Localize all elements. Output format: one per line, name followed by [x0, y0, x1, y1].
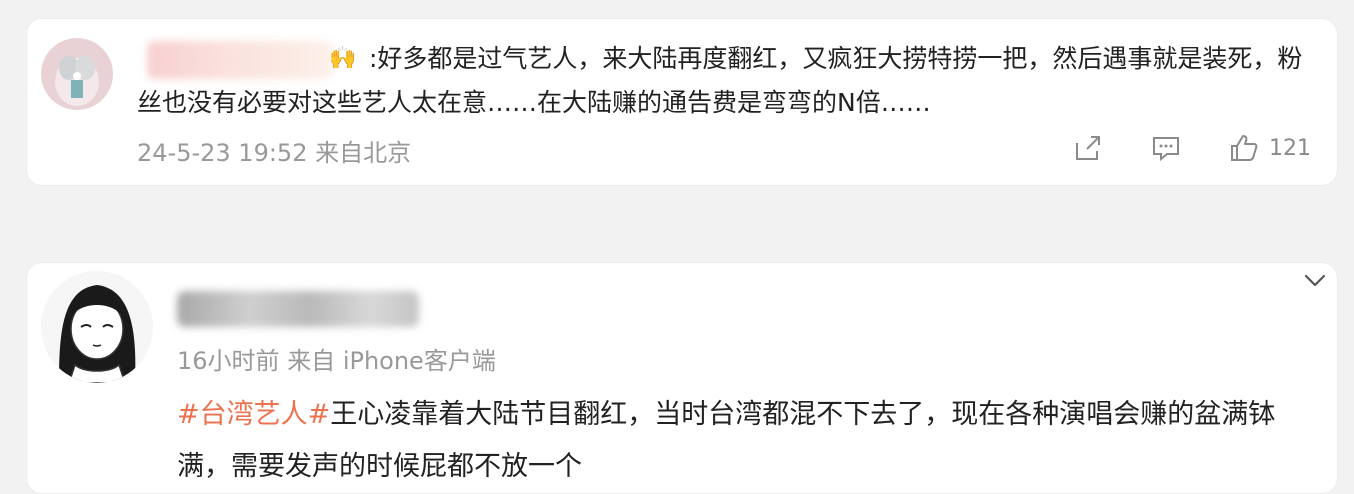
avatar[interactable]	[41, 38, 113, 110]
share-icon	[1076, 136, 1100, 160]
like-button[interactable]: 121	[1229, 133, 1311, 163]
share-button[interactable]	[1073, 133, 1103, 163]
comment-icon	[1153, 137, 1179, 162]
avatar[interactable]	[41, 271, 153, 383]
like-icon	[1231, 135, 1258, 161]
post-body: 王心凌靠着大陆节目翻红，当时台湾都混不下去了，现在各种演唱会赚的盆满钵满，需要发…	[177, 399, 1276, 482]
post-meta: 16小时前 来自 iPhone客户端	[177, 341, 496, 376]
timestamp: 24-5-23 19:52	[137, 139, 308, 167]
hashtag-link[interactable]: #台湾艺人#	[177, 399, 330, 430]
comment-text: :好多都是过气艺人，来大陆再度翻红，又疯狂大捞特捞一把，然后遇事就是装死，粉丝也…	[137, 44, 1303, 117]
like-count: 121	[1269, 135, 1311, 161]
chevron-down-icon[interactable]	[1301, 267, 1329, 295]
username-redacted	[177, 291, 419, 327]
comment-actions: 121	[1073, 133, 1311, 163]
location: 来自北京	[315, 139, 412, 167]
comment-meta: 24-5-23 19:52 来自北京	[137, 133, 411, 168]
comment-card: 🙌 :好多都是过气艺人，来大陆再度翻红，又疯狂大捞特捞一把，然后遇事就是装死，粉…	[26, 18, 1338, 186]
comment-button[interactable]	[1151, 133, 1181, 163]
post-time: 16小时前	[177, 347, 280, 375]
post-source: 来自 iPhone客户端	[287, 347, 496, 375]
post-text: #台湾艺人#王心凌靠着大陆节目翻红，当时台湾都混不下去了，现在各种演唱会赚的盆满…	[177, 389, 1317, 493]
post-card: 16小时前 来自 iPhone客户端 #台湾艺人#王心凌靠着大陆节目翻红，当时台…	[26, 262, 1338, 494]
